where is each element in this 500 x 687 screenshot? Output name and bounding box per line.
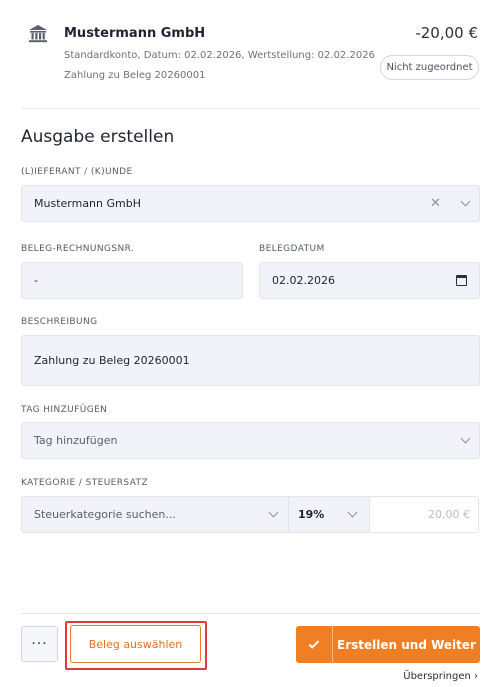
chevron-down-icon[interactable] <box>460 433 471 444</box>
transaction-meta: Standardkonto, Datum: 02.02.2026, Wertst… <box>64 50 375 61</box>
chevron-down-icon[interactable] <box>460 196 471 207</box>
clear-icon[interactable]: ✕ <box>430 196 441 211</box>
supplier-label: (L)IEFERANT / (K)UNDE <box>21 167 133 177</box>
footer-divider <box>21 613 480 614</box>
amount-input[interactable]: 20,00 € <box>369 496 479 533</box>
transaction-amount: -20,00 € <box>415 24 478 42</box>
description-value: Zahlung zu Beleg 20260001 <box>34 354 190 367</box>
transaction-name: Mustermann GmbH <box>64 26 206 41</box>
page-title: Ausgabe erstellen <box>21 127 175 147</box>
check-icon <box>296 626 333 663</box>
tax-rate-value: 19% <box>298 508 325 521</box>
chevron-down-icon[interactable] <box>347 507 358 518</box>
supplier-select[interactable]: Mustermann GmbH ✕ <box>21 185 480 222</box>
transaction-reference: Zahlung zu Beleg 20260001 <box>64 70 206 81</box>
divider <box>21 108 480 109</box>
more-options-button[interactable]: ··· <box>21 626 58 662</box>
tag-placeholder: Tag hinzufügen <box>34 434 118 447</box>
invoice-date-value: 02.02.2026 <box>272 274 335 287</box>
invoice-number-value: - <box>34 274 38 287</box>
amount-placeholder: 20,00 € <box>428 508 470 521</box>
create-and-continue-button[interactable]: Erstellen und Weiter <box>296 626 480 663</box>
tag-select[interactable]: Tag hinzufügen <box>21 422 480 459</box>
tax-category-placeholder: Steuerkategorie suchen... <box>34 508 176 521</box>
bank-icon <box>29 25 47 43</box>
description-input[interactable]: Zahlung zu Beleg 20260001 <box>21 335 480 386</box>
chevron-down-icon[interactable] <box>268 507 279 518</box>
invoice-date-label: BELEGDATUM <box>259 244 325 254</box>
supplier-value: Mustermann GmbH <box>34 197 141 210</box>
skip-link[interactable]: Überspringen › <box>403 671 478 682</box>
description-label: BESCHREIBUNG <box>21 317 98 327</box>
transaction-header: Mustermann GmbH Standardkonto, Datum: 02… <box>0 0 500 100</box>
tax-rate-select[interactable]: 19% <box>288 496 370 533</box>
select-receipt-button[interactable]: Beleg auswählen <box>70 625 201 663</box>
category-label: KATEGORIE / STEUERSATZ <box>21 478 149 488</box>
calendar-icon[interactable] <box>456 275 467 286</box>
invoice-date-input[interactable]: 02.02.2026 <box>259 262 480 299</box>
invoice-number-input[interactable]: - <box>21 262 243 299</box>
invoice-number-label: BELEG-RECHNUNGSNR. <box>21 244 135 254</box>
tax-category-select[interactable]: Steuerkategorie suchen... <box>21 496 289 533</box>
create-and-continue-label: Erstellen und Weiter <box>337 637 476 652</box>
status-badge: Nicht zugeordnet <box>380 55 479 80</box>
tag-label: TAG HINZUFÜGEN <box>21 405 108 415</box>
